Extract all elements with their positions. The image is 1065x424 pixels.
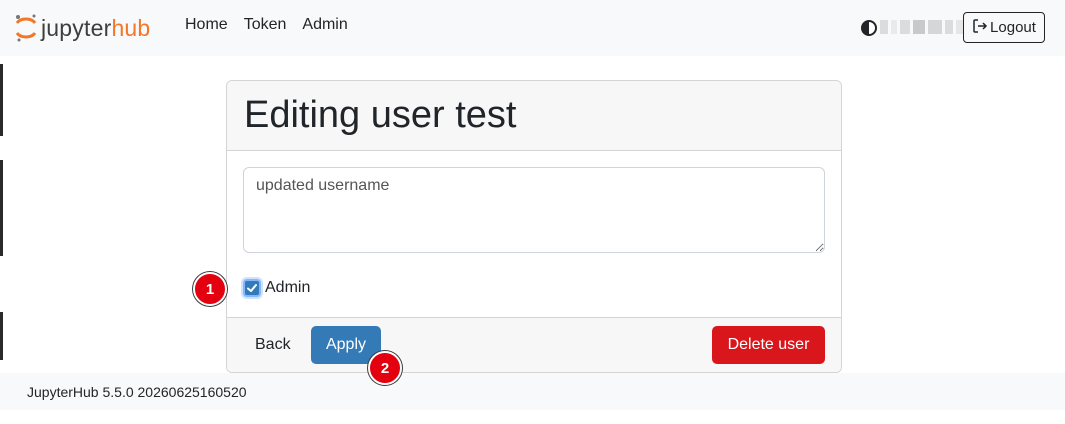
nav-token-link[interactable]: Token [244,16,287,34]
checkmark-icon [247,284,257,292]
theme-toggle-icon[interactable] [860,19,878,37]
navbar: jupyterhub Home Token Admin Logout [0,0,1065,56]
background-window-edge [0,160,3,256]
card-body: Admin [227,151,841,317]
back-button[interactable]: Back [243,326,303,364]
admin-checkbox[interactable] [243,279,261,297]
username-input[interactable] [243,167,825,253]
page-title: Editing user test [244,94,517,136]
nav-admin-link[interactable]: Admin [302,16,347,34]
logout-button[interactable]: Logout [963,12,1045,43]
main-nav: Home Token Admin [185,16,348,34]
background-window-edge [0,64,3,136]
annotation-marker-1: 1 [193,272,227,306]
card-header: Editing user test [227,81,841,151]
admin-label[interactable]: Admin [265,279,310,297]
card-footer: Back Apply Delete user [227,317,841,372]
logout-arrow-icon [972,18,988,38]
edit-user-card: Editing user test Admin Back Apply Delet… [226,80,842,373]
annotation-marker-2: 2 [368,351,402,385]
logout-label: Logout [990,19,1036,36]
delete-user-button[interactable]: Delete user [712,326,825,364]
background-window-edge [0,312,3,360]
nav-home-link[interactable]: Home [185,16,228,34]
brand-link[interactable]: jupyterhub [13,12,150,44]
admin-checkbox-row: Admin [243,279,310,297]
version-text: JupyterHub 5.5.0 20260625160520 [27,383,247,400]
page-footer: JupyterHub 5.5.0 20260625160520 [0,373,1065,410]
brand-text: jupyterhub [41,15,151,41]
username-redacted [880,20,966,34]
jupyter-logo-icon [13,12,39,44]
